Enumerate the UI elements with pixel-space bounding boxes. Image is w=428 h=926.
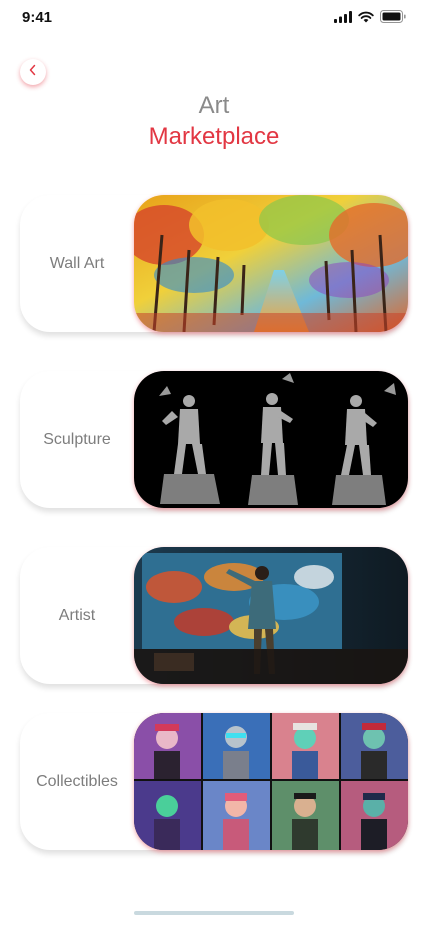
category-card-wall-art[interactable]: Wall Art [20, 195, 408, 332]
artist-image [134, 547, 408, 684]
wifi-icon [358, 10, 374, 28]
signal-icon [334, 10, 352, 28]
category-label: Sculpture [43, 430, 111, 448]
category-card-artist[interactable]: Artist [20, 547, 408, 684]
category-card-collectibles[interactable]: Collectibles [20, 713, 408, 850]
category-label: Artist [58, 606, 96, 624]
category-label: Collectibles [36, 772, 118, 790]
wall-art-image [134, 195, 408, 332]
sculpture-image [134, 371, 408, 508]
category-label: Wall Art [49, 254, 105, 272]
back-button[interactable] [20, 59, 46, 85]
battery-icon [380, 10, 406, 28]
category-card-sculpture[interactable]: Sculpture [20, 371, 408, 508]
home-indicator [134, 911, 294, 915]
page-title: Art [198, 92, 230, 119]
status-bar: 9:41 [0, 0, 428, 40]
status-icons [334, 10, 406, 28]
collectibles-image [134, 713, 408, 850]
chevron-left-icon [28, 63, 38, 81]
status-time: 9:41 [22, 9, 53, 26]
page-subtitle: Marketplace [148, 123, 280, 150]
